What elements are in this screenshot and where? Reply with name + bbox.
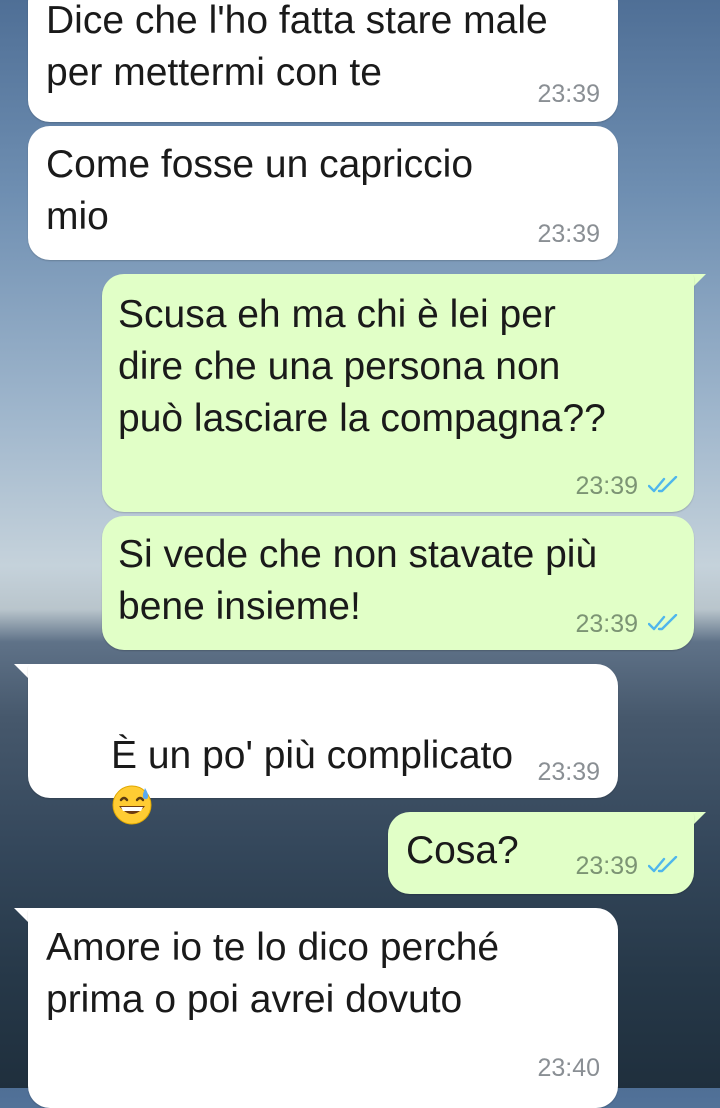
- message-timestamp: 23:39: [537, 758, 600, 786]
- message-text: Si vede che non stavate più bene insieme…: [118, 533, 598, 628]
- double-check-read-icon: [648, 856, 678, 873]
- double-check-read-icon: [648, 476, 678, 493]
- message-timestamp: 23:39: [537, 80, 600, 108]
- message-bubble-outgoing[interactable]: Scusa eh ma chi è lei per dire che una p…: [102, 274, 694, 512]
- double-check-read-icon: [648, 614, 678, 631]
- message-bubble-outgoing[interactable]: Si vede che non stavate più bene insieme…: [102, 516, 694, 650]
- message-bubble-incoming[interactable]: Amore io te lo dico perché prima o poi a…: [28, 908, 618, 1108]
- message-text: Come fosse un capriccio mio: [46, 143, 474, 238]
- message-timestamp: 23:40: [537, 1054, 600, 1082]
- message-timestamp: 23:39: [575, 472, 638, 500]
- message-timestamp: 23:39: [575, 852, 638, 880]
- chat-conversation: Dice che l'ho fatta stare male per mette…: [0, 0, 720, 1108]
- grinning-face-with-sweat-emoji: [112, 785, 152, 825]
- message-text-content: È un po' più complicato: [111, 734, 514, 777]
- message-text: Scusa eh ma chi è lei per dire che una p…: [118, 293, 606, 440]
- message-timestamp: 23:39: [575, 610, 638, 638]
- message-text: Amore io te lo dico perché prima o poi a…: [46, 926, 500, 1021]
- message-bubble-incoming[interactable]: È un po' più complicato 23:39: [28, 664, 618, 825]
- message-bubble-outgoing[interactable]: Cosa? 23:39: [388, 812, 694, 894]
- message-text: Cosa?: [406, 829, 519, 872]
- message-text: Dice che l'ho fatta stare male per mette…: [46, 0, 548, 94]
- message-bubble-incoming[interactable]: Come fosse un capriccio mio 23:39: [28, 126, 618, 260]
- message-bubble-incoming[interactable]: Dice che l'ho fatta stare male per mette…: [28, 0, 618, 122]
- message-timestamp: 23:39: [537, 220, 600, 248]
